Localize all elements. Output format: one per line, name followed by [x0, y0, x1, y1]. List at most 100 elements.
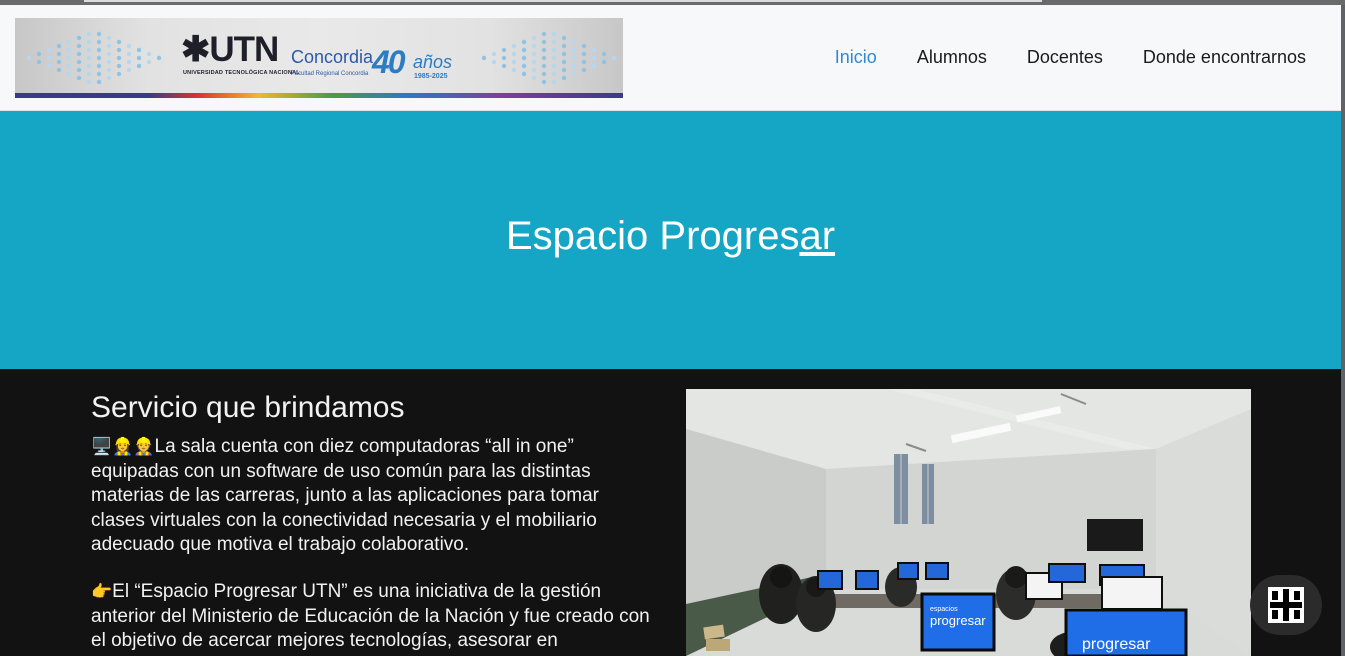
pattern-dot: [581, 67, 587, 73]
pattern-dot: [106, 35, 112, 41]
monitor-brand-text: progresar: [930, 613, 986, 628]
pattern-dot: [591, 47, 597, 53]
logo-years: 1985-2025: [414, 73, 448, 80]
pattern-dot: [561, 59, 567, 65]
paragraph-initiative: 👉El “Espacio Progresar UTN” es una inici…: [91, 580, 651, 654]
pattern-dot: [561, 67, 567, 73]
pattern-dot: [551, 79, 557, 85]
pattern-dot: [521, 55, 527, 61]
hero-title-text: Espacio Progres: [505, 214, 800, 258]
nav-item-docentes[interactable]: Docentes: [1027, 47, 1103, 68]
pattern-dot: [531, 59, 537, 65]
pattern-dot: [146, 59, 152, 65]
pattern-dot: [66, 63, 72, 69]
utn-chat-button[interactable]: [1250, 575, 1322, 635]
logo-city: Concordia: [291, 47, 374, 67]
pattern-dot: [581, 59, 587, 65]
pattern-dot: [501, 55, 507, 61]
pattern-dot: [551, 39, 557, 45]
pattern-dot: [126, 59, 132, 65]
computer-workers-emoji-icon: 🖥️👷‍♀️👷: [91, 437, 155, 457]
pattern-dot: [531, 75, 537, 81]
pattern-dot: [571, 63, 577, 69]
content-section: Servicio que brindamos 🖥️👷‍♀️👷La sala cu…: [0, 369, 1341, 656]
pattern-dot: [116, 71, 122, 77]
classroom-photo: espacios progresar progresar: [686, 389, 1251, 656]
pattern-dot: [86, 47, 92, 53]
dot-pattern-left-icon: [26, 31, 162, 85]
pattern-dot: [36, 59, 42, 65]
utn-logo-banner[interactable]: ✱UTN UNIVERSIDAD TECNOLÓGICA NACIONAL Co…: [15, 18, 623, 98]
pattern-dot: [561, 75, 567, 81]
pattern-dot: [571, 71, 577, 77]
pattern-dot: [571, 39, 577, 45]
pattern-dot: [76, 43, 82, 49]
pattern-dot: [126, 67, 132, 73]
pattern-dot: [96, 31, 102, 37]
pattern-dot: [491, 51, 497, 57]
dot-pattern-right-icon: [481, 31, 617, 85]
pattern-dot: [571, 55, 577, 61]
pattern-dot: [531, 51, 537, 57]
pattern-dot: [96, 55, 102, 61]
pattern-dot: [106, 43, 112, 49]
pattern-dot: [66, 71, 72, 77]
pattern-dot: [601, 59, 607, 65]
paragraph-computers: 🖥️👷‍♀️👷La sala cuenta con diez computado…: [91, 435, 651, 558]
pattern-dot: [511, 43, 517, 49]
nav-item-inicio[interactable]: Inicio: [835, 47, 877, 68]
pattern-dot: [116, 47, 122, 53]
pattern-dot: [591, 63, 597, 69]
pattern-dot: [106, 51, 112, 57]
pattern-dot: [541, 63, 547, 69]
pattern-dot: [96, 71, 102, 77]
pattern-dot: [126, 51, 132, 57]
pattern-dot: [96, 79, 102, 85]
hero-banner: Espacio Progresar: [0, 111, 1341, 369]
pattern-dot: [491, 59, 497, 65]
pattern-dot: [76, 51, 82, 57]
pattern-dot: [86, 63, 92, 69]
pattern-dot: [116, 63, 122, 69]
pattern-dot: [46, 47, 52, 53]
classroom-photo-illustration: espacios progresar progresar: [686, 389, 1251, 656]
logo-anniversary-word: años: [413, 52, 453, 72]
pattern-dot: [541, 55, 547, 61]
pattern-dot: [96, 63, 102, 69]
pattern-dot: [76, 59, 82, 65]
pattern-dot: [146, 51, 152, 57]
pattern-dot: [521, 39, 527, 45]
pattern-dot: [551, 63, 557, 69]
utn-subtitle: UNIVERSIDAD TECNOLÓGICA NACIONAL: [183, 70, 300, 76]
pattern-dot: [561, 35, 567, 41]
pattern-dot: [501, 47, 507, 53]
pattern-dot: [136, 47, 142, 53]
pointing-hand-emoji-icon: 👉: [91, 582, 113, 602]
paragraph-initiative-text: El “Espacio Progresar UTN” es una inicia…: [91, 581, 650, 651]
pattern-dot: [521, 71, 527, 77]
pattern-dot: [581, 51, 587, 57]
pattern-dot: [541, 71, 547, 77]
pattern-dot: [511, 51, 517, 57]
pattern-dot: [531, 67, 537, 73]
pattern-dot: [611, 55, 617, 61]
pattern-dot: [46, 63, 52, 69]
pattern-dot: [561, 43, 567, 49]
pattern-dot: [126, 43, 132, 49]
pattern-dot: [156, 55, 162, 61]
pattern-dot: [601, 51, 607, 57]
pattern-dot: [86, 31, 92, 37]
pattern-dot: [76, 35, 82, 41]
pattern-dot: [86, 55, 92, 61]
pattern-dot: [66, 55, 72, 61]
logo-anniversary-number: 40: [372, 44, 406, 80]
pattern-dot: [551, 71, 557, 77]
pattern-dot: [511, 67, 517, 73]
pattern-dot: [86, 39, 92, 45]
pattern-dot: [116, 55, 122, 61]
pattern-dot: [136, 55, 142, 61]
nav-item-donde-encontrarnos[interactable]: Donde encontrarnos: [1143, 47, 1306, 68]
pattern-dot: [46, 55, 52, 61]
nav-item-alumnos[interactable]: Alumnos: [917, 47, 987, 68]
logo-color-stripe: [15, 93, 623, 98]
